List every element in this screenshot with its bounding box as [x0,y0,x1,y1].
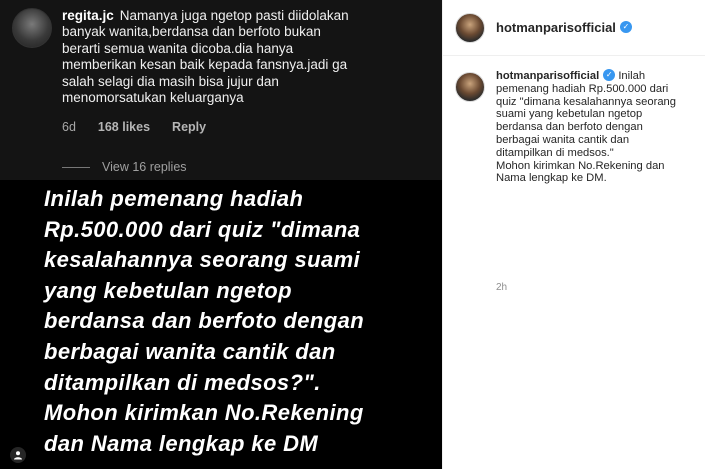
view-replies-label: View 16 replies [102,160,187,174]
comment-username: regita.jc [62,8,114,23]
comment-likes: 168 likes [97,120,151,134]
comment-age: 6d [62,120,76,134]
comment-text: regita.jc Namanya juga ngetop pasti diido… [62,8,352,106]
view-replies: View 16 replies [62,160,187,174]
caption-body: Inilah pemenang hadiah Rp.500.000 dari q… [496,70,676,185]
commenter-avatar [12,8,52,48]
post-sidebar: hotmanparisofficial ✓ hotmanparisofficia… [442,0,705,469]
comment-reply: Reply [172,120,207,134]
header-username[interactable]: hotmanparisofficial [496,20,616,35]
caption-text: hotmanparisofficial ✓ Inilah pemenang had… [496,69,700,185]
overlay-text: Inilah pemenang hadiah Rp.500.000 dari q… [44,186,365,456]
verified-badge-icon: ✓ [603,69,616,82]
post-image[interactable]: regita.jc Namanya juga ngetop pasti diido… [0,0,442,469]
verified-badge-icon: ✓ [619,20,632,33]
avatar[interactable] [455,12,485,43]
caption-timestamp[interactable]: 2h [496,282,507,293]
comment-meta: 6d 168 likes Reply [62,120,206,134]
caption-avatar[interactable] [455,72,485,102]
caption-username[interactable]: hotmanparisofficial [496,70,599,82]
replies-divider [62,166,90,168]
post-header: hotmanparisofficial ✓ [443,0,705,56]
user-tag-icon[interactable] [10,447,26,463]
